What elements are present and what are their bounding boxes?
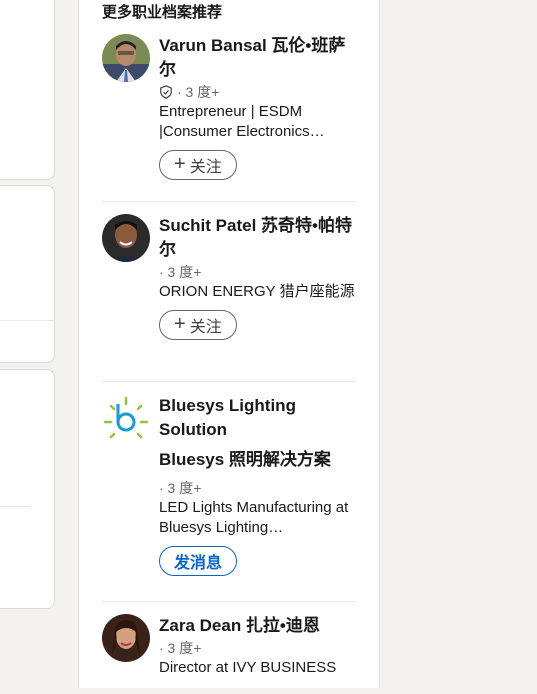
person-headline: ORION ENERGY 猎户座能源: [159, 283, 355, 300]
connection-degree: · 3 度+: [159, 640, 202, 656]
left-card-3: [0, 369, 55, 609]
person-name[interactable]: Suchit Patel 苏奇特•帕特尔: [159, 214, 355, 262]
message-button[interactable]: 发消息: [159, 546, 238, 576]
company-info: Bluesys Lighting Solution Bluesys 照明解决方案…: [159, 394, 355, 576]
connection-degree: · 3 度+: [159, 480, 202, 496]
plus-icon: +: [174, 313, 186, 335]
connection-degree: · 3 度+: [159, 264, 202, 280]
panel-title: 更多职业档案推荐: [102, 4, 223, 21]
divider: [102, 381, 356, 382]
list-item: Bluesys Lighting Solution Bluesys 照明解决方案…: [102, 394, 356, 576]
avatar[interactable]: [102, 34, 150, 82]
divider: [102, 601, 356, 602]
company-name-cn: Bluesys 照明解决方案: [159, 450, 331, 469]
list-item: Suchit Patel 苏奇特•帕特尔 · 3 度+ ORION ENERGY…: [102, 214, 356, 364]
left-card-2: [0, 185, 55, 363]
connection-degree: · 3 度+: [159, 82, 355, 102]
person-name[interactable]: Varun Bansal 瓦伦•班萨尔: [159, 34, 355, 82]
left-divider: [0, 506, 30, 507]
avatar[interactable]: [102, 614, 150, 662]
list-item: Zara Dean 扎拉•迪恩 · 3 度+ Director at IVY B…: [102, 614, 356, 694]
person-info: Suchit Patel 苏奇特•帕特尔 · 3 度+ ORION ENERGY…: [159, 214, 355, 340]
left-divider: [0, 320, 54, 321]
divider: [102, 201, 356, 202]
recommendations-panel: 更多职业档案推荐 Varun Bansal 瓦伦•班萨尔 · 3 度+ Entr…: [78, 0, 380, 688]
plus-icon: +: [174, 153, 186, 175]
follow-button[interactable]: + 关注: [159, 150, 237, 180]
company-name[interactable]: Bluesys Lighting Solution: [159, 394, 355, 442]
person-info: Varun Bansal 瓦伦•班萨尔 · 3 度+ Entrepreneur …: [159, 34, 355, 180]
bluesys-logo-icon: [103, 396, 149, 439]
company-headline: LED Lights Manufacturing at Bluesys Ligh…: [159, 499, 349, 536]
left-card-1: [0, 0, 55, 180]
person-headline: Entrepreneur | ESDM |Consumer Electronic…: [159, 103, 325, 140]
verified-shield-icon: [160, 85, 172, 99]
follow-button[interactable]: + 关注: [159, 310, 237, 340]
company-logo[interactable]: [102, 394, 150, 442]
list-item: Varun Bansal 瓦伦•班萨尔 · 3 度+ Entrepreneur …: [102, 34, 356, 184]
person-name[interactable]: Zara Dean 扎拉•迪恩: [159, 614, 355, 638]
person-info: Zara Dean 扎拉•迪恩 · 3 度+ Director at IVY B…: [159, 614, 355, 678]
avatar[interactable]: [102, 214, 150, 262]
person-headline: Director at IVY BUSINESS: [159, 659, 337, 676]
